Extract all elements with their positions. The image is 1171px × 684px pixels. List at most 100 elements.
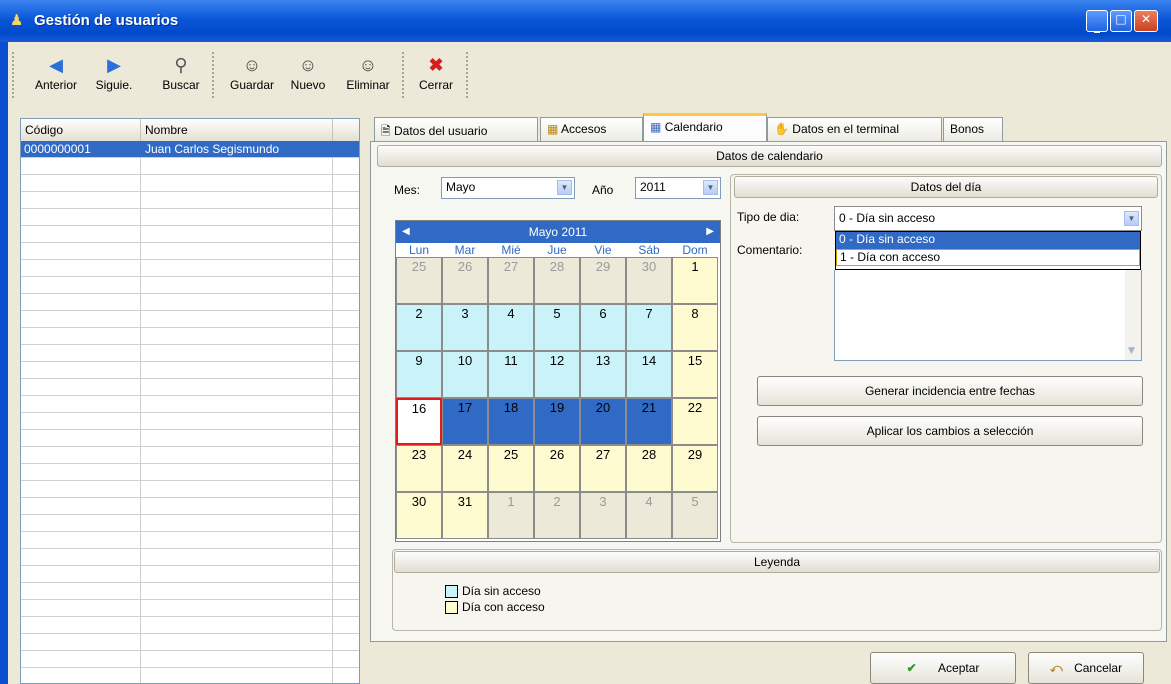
empty-row[interactable] — [21, 430, 359, 447]
empty-row[interactable] — [21, 464, 359, 481]
empty-row[interactable] — [21, 209, 359, 226]
siguiente-button[interactable]: ▶ Siguie. — [92, 52, 136, 92]
empty-row[interactable] — [21, 328, 359, 345]
calendar-day[interactable]: 24 — [442, 445, 488, 492]
calendar-day[interactable]: 5 — [672, 492, 718, 539]
empty-row[interactable] — [21, 345, 359, 362]
empty-row[interactable] — [21, 396, 359, 413]
calendar-day[interactable]: 7 — [626, 304, 672, 351]
empty-row[interactable] — [21, 243, 359, 260]
calendar-day[interactable]: 3 — [442, 304, 488, 351]
aceptar-button[interactable]: ✔ Aceptar — [870, 652, 1016, 684]
empty-row[interactable] — [21, 447, 359, 464]
empty-row[interactable] — [21, 583, 359, 600]
calendar-day[interactable]: 1 — [488, 492, 534, 539]
maximize-button[interactable]: □ — [1110, 10, 1132, 32]
calendar-day[interactable]: 14 — [626, 351, 672, 398]
table-row[interactable]: 0000000001 Juan Carlos Segismundo — [21, 141, 359, 158]
calendar-day[interactable]: 1 — [672, 257, 718, 304]
calendar-day[interactable]: 11 — [488, 351, 534, 398]
close-window-button[interactable]: ✕ — [1134, 10, 1158, 32]
calendar-day[interactable]: 29 — [672, 445, 718, 492]
empty-row[interactable] — [21, 498, 359, 515]
empty-row[interactable] — [21, 515, 359, 532]
empty-row[interactable] — [21, 481, 359, 498]
empty-row[interactable] — [21, 158, 359, 175]
empty-row[interactable] — [21, 413, 359, 430]
column-header-nombre[interactable]: Nombre — [141, 119, 333, 141]
calendar-day[interactable]: 6 — [580, 304, 626, 351]
calendar-day[interactable]: 4 — [488, 304, 534, 351]
calendar-day[interactable]: 8 — [672, 304, 718, 351]
tab-calendario[interactable]: ▦ Calendario — [643, 113, 767, 142]
tab-datos-usuario[interactable]: 🗎 Datos del usuario — [374, 117, 538, 141]
anio-select[interactable]: 2011 ▼ — [635, 177, 721, 199]
chevron-down-icon[interactable]: ▼ — [557, 180, 572, 195]
calendar-day[interactable]: 17 — [442, 398, 488, 445]
dropdown-option[interactable]: 1 - Día con acceso — [836, 249, 1140, 266]
cancelar-button[interactable]: ⤺ Cancelar — [1028, 652, 1144, 684]
calendar-day[interactable]: 13 — [580, 351, 626, 398]
calendar-day[interactable]: 25 — [488, 445, 534, 492]
mes-select[interactable]: Mayo ▼ — [441, 177, 575, 199]
empty-row[interactable] — [21, 634, 359, 651]
calendar-day[interactable]: 31 — [442, 492, 488, 539]
next-month-icon[interactable]: ▶ — [706, 221, 714, 243]
tipo-dia-dropdown[interactable]: 0 - Día sin acceso 1 - Día con acceso — [835, 231, 1141, 270]
empty-row[interactable] — [21, 277, 359, 294]
empty-row[interactable] — [21, 651, 359, 668]
calendar-day[interactable]: 9 — [396, 351, 442, 398]
empty-row[interactable] — [21, 226, 359, 243]
empty-row[interactable] — [21, 362, 359, 379]
empty-row[interactable] — [21, 566, 359, 583]
calendar-day[interactable]: 23 — [396, 445, 442, 492]
calendar-day[interactable]: 28 — [534, 257, 580, 304]
empty-row[interactable] — [21, 617, 359, 634]
calendar-day[interactable]: 12 — [534, 351, 580, 398]
chevron-down-icon[interactable]: ▼ — [1128, 346, 1135, 356]
empty-row[interactable] — [21, 294, 359, 311]
calendar-day[interactable]: 29 — [580, 257, 626, 304]
calendar-day[interactable]: 20 — [580, 398, 626, 445]
calendar-day[interactable]: 22 — [672, 398, 718, 445]
cerrar-button[interactable]: ✖ Cerrar — [414, 52, 458, 92]
column-header-codigo[interactable]: Código — [21, 119, 141, 141]
empty-row[interactable] — [21, 379, 359, 396]
empty-row[interactable] — [21, 175, 359, 192]
tipo-dia-select[interactable]: 0 - Día sin acceso ▼ — [834, 206, 1142, 231]
dropdown-option[interactable]: 0 - Día sin acceso — [836, 232, 1140, 249]
calendar-day[interactable]: 27 — [488, 257, 534, 304]
calendar-day[interactable]: 4 — [626, 492, 672, 539]
calendar-day[interactable]: 16 — [396, 398, 442, 445]
users-grid[interactable]: Código Nombre 0000000001 Juan Carlos Seg… — [20, 118, 360, 684]
buscar-button[interactable]: ⚲ Buscar — [158, 52, 204, 92]
calendar-day[interactable]: 30 — [396, 492, 442, 539]
calendar-day[interactable]: 28 — [626, 445, 672, 492]
guardar-button[interactable]: ☺ Guardar — [224, 52, 280, 92]
tab-bonos[interactable]: Bonos — [943, 117, 1003, 141]
calendar-day[interactable]: 21 — [626, 398, 672, 445]
empty-row[interactable] — [21, 600, 359, 617]
calendar-day[interactable]: 5 — [534, 304, 580, 351]
eliminar-button[interactable]: ☺ Eliminar — [340, 52, 396, 92]
calendar-day[interactable]: 18 — [488, 398, 534, 445]
tab-datos-terminal[interactable]: ✋ Datos en el terminal — [767, 117, 942, 141]
calendar-day[interactable]: 26 — [442, 257, 488, 304]
empty-row[interactable] — [21, 532, 359, 549]
calendar-day[interactable]: 3 — [580, 492, 626, 539]
calendar-day[interactable]: 2 — [396, 304, 442, 351]
prev-month-icon[interactable]: ◀ — [402, 221, 410, 243]
empty-row[interactable] — [21, 192, 359, 209]
aplicar-cambios-button[interactable]: Aplicar los cambios a selección — [757, 416, 1143, 446]
minimize-button[interactable]: _ — [1086, 10, 1108, 33]
calendar-day[interactable]: 30 — [626, 257, 672, 304]
calendar-day[interactable]: 2 — [534, 492, 580, 539]
anterior-button[interactable]: ◀ Anterior — [28, 52, 84, 92]
calendar-day[interactable]: 26 — [534, 445, 580, 492]
chevron-down-icon[interactable]: ▼ — [703, 180, 718, 195]
calendar-day[interactable]: 19 — [534, 398, 580, 445]
comentario-textarea[interactable]: ▼ — [834, 270, 1142, 361]
calendar-day[interactable]: 15 — [672, 351, 718, 398]
chevron-down-icon[interactable]: ▼ — [1124, 211, 1139, 226]
calendar-day[interactable]: 27 — [580, 445, 626, 492]
